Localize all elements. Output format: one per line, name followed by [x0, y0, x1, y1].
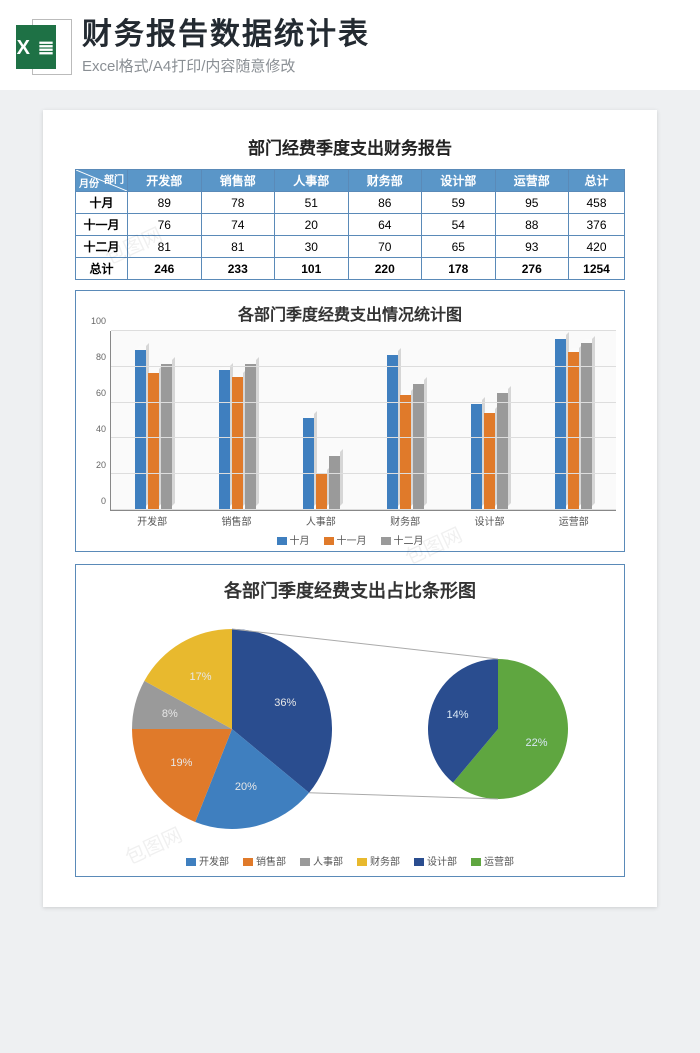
page-title: 财务报告数据统计表	[82, 18, 684, 51]
bar	[568, 352, 579, 510]
col-header: 销售部	[201, 170, 275, 192]
pie-chart-title: 各部门季度经费支出占比条形图	[84, 577, 616, 603]
bar	[555, 339, 566, 510]
pie-chart-box: 各部门季度经费支出占比条形图 36%20%19%8%17% 22%14% 开发部…	[75, 564, 625, 877]
bar-chart-title: 各部门季度经费支出情况统计图	[84, 301, 616, 325]
table-row: 总计2462331012201782761254	[76, 258, 625, 280]
bar	[581, 343, 592, 510]
bar	[219, 370, 230, 510]
col-header: 设计部	[422, 170, 496, 192]
bar	[413, 384, 424, 510]
bar	[497, 393, 508, 510]
bar-chart-box: 各部门季度经费支出情况统计图 020406080100 开发部销售部人事部财务部…	[75, 290, 625, 552]
data-table: 部门 月份 开发部 销售部 人事部 财务部 设计部 运营部 总计 十月89785…	[75, 169, 625, 280]
bar	[232, 377, 243, 510]
table-row: 十一月767420645488376	[76, 214, 625, 236]
bar	[303, 418, 314, 510]
col-header: 总计	[569, 170, 625, 192]
bar	[135, 350, 146, 510]
table-row: 十二月818130706593420	[76, 236, 625, 258]
bar-legend: 十月 十一月 十二月	[84, 532, 616, 547]
bar	[484, 413, 495, 510]
bar	[400, 395, 411, 510]
page-subtitle: Excel格式/A4打印/内容随意修改	[82, 55, 684, 76]
bar	[316, 474, 327, 510]
pie-legend: 开发部 销售部 人事部 财务部 设计部 运营部	[84, 853, 616, 868]
page-header: X ≣ 财务报告数据统计表 Excel格式/A4打印/内容随意修改	[0, 0, 700, 90]
table-row: 十月897851865995458	[76, 192, 625, 214]
excel-icon: X ≣	[16, 19, 72, 75]
bar	[387, 355, 398, 510]
bar	[471, 404, 482, 510]
col-header: 开发部	[128, 170, 202, 192]
col-header: 运营部	[495, 170, 569, 192]
bar	[148, 373, 159, 510]
col-header: 财务部	[348, 170, 422, 192]
report-title: 部门经费季度支出财务报告	[75, 134, 625, 159]
bar	[329, 456, 340, 510]
col-header: 人事部	[275, 170, 349, 192]
table-corner: 部门 月份	[76, 170, 128, 192]
document-page: 包图网 包图网 包图网 部门经费季度支出财务报告 部门 月份 开发部 销售部 人…	[43, 110, 657, 907]
